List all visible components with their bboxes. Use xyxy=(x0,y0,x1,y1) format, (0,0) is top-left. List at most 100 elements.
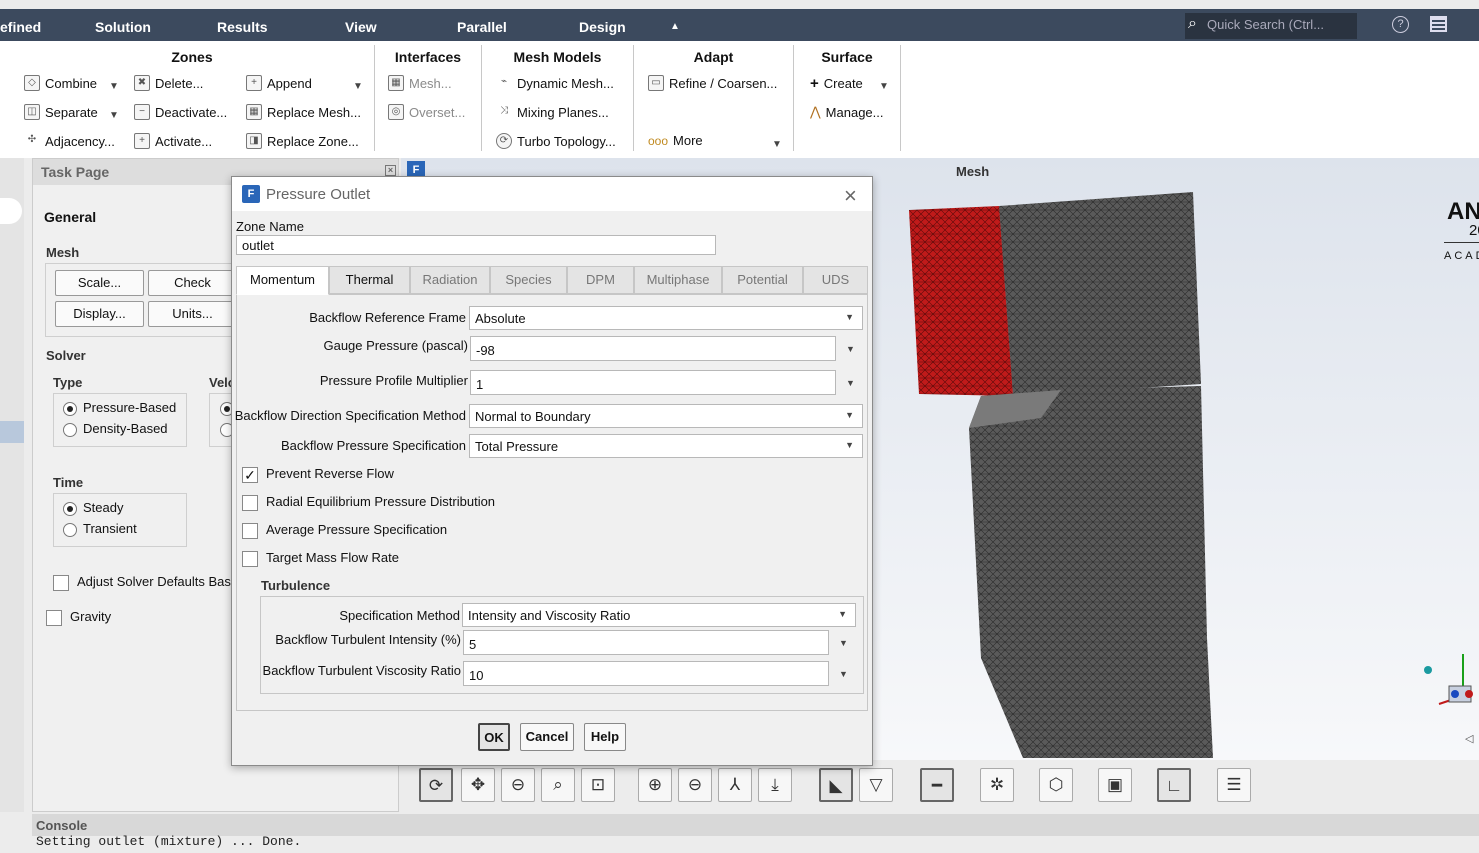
backflow-direction-select[interactable]: Normal to Boundary xyxy=(469,404,863,428)
refine-coarsen-button[interactable]: ▭ Refine / Coarsen... xyxy=(648,75,777,91)
probe-icon[interactable]: ✲ xyxy=(980,768,1014,802)
spec-method-select[interactable]: Intensity and Viscosity Ratio xyxy=(462,603,856,627)
surface-title: Surface xyxy=(821,49,873,65)
replace-zone-button[interactable]: ◨ Replace Zone... xyxy=(246,133,359,149)
pan-icon[interactable]: ✥ xyxy=(461,768,495,802)
transient-radio[interactable]: Transient xyxy=(63,521,137,537)
clipping-plane-icon[interactable]: ━ xyxy=(920,768,954,802)
cancel-button[interactable]: Cancel xyxy=(520,723,574,751)
dynamic-mesh-button[interactable]: ⌁ Dynamic Mesh... xyxy=(496,75,614,91)
tab-multiphase[interactable]: Multiphase xyxy=(634,266,722,294)
combine-button[interactable]: ◇ Combine xyxy=(24,75,97,91)
layout-icon[interactable] xyxy=(1430,16,1447,32)
zoom-out-icon[interactable]: ⊖ xyxy=(678,768,712,802)
activate-button[interactable]: + Activate... xyxy=(134,133,212,149)
close-icon[interactable]: × xyxy=(844,183,857,209)
outline-selected-item[interactable] xyxy=(0,421,24,443)
pressure-profile-dropdown-icon[interactable]: ▼ xyxy=(846,378,855,388)
save-picture-icon[interactable]: ▣ xyxy=(1098,768,1132,802)
help-icon[interactable]: ? xyxy=(1392,16,1409,33)
help-button[interactable]: Help xyxy=(584,723,626,751)
tab-potential[interactable]: Potential xyxy=(722,266,803,294)
replace-zone-icon: ◨ xyxy=(246,133,262,149)
menu-view[interactable]: View xyxy=(345,19,377,35)
quick-search-input[interactable]: ⌕ Quick Search (Ctrl... xyxy=(1185,13,1357,39)
close-icon[interactable]: × xyxy=(385,165,396,176)
display-model-icon[interactable]: ⬡ xyxy=(1039,768,1073,802)
gauge-pressure-field[interactable]: -98 xyxy=(470,336,836,361)
zoom-in-out-icon[interactable]: ⊖ xyxy=(501,768,535,802)
turbulent-intensity-field[interactable]: 5 xyxy=(463,630,829,655)
check-button[interactable]: Check xyxy=(148,270,237,296)
interface-mesh-button[interactable]: ▦ Mesh... xyxy=(388,75,452,91)
menu-results[interactable]: Results xyxy=(217,19,268,35)
menu-solution[interactable]: Solution xyxy=(95,19,151,35)
zoom-box-icon[interactable]: ⌕ xyxy=(541,768,575,802)
adjacency-button[interactable]: ✣ Adjacency... xyxy=(24,133,115,149)
tab-species[interactable]: Species xyxy=(490,266,567,294)
tab-momentum[interactable]: Momentum xyxy=(236,266,329,295)
view-direction-icon[interactable]: ⤓ xyxy=(758,768,792,802)
mixing-planes-button[interactable]: ⤨ Mixing Planes... xyxy=(496,104,609,120)
gauge-pressure-dropdown-icon[interactable]: ▼ xyxy=(846,344,855,354)
create-button[interactable]: + Create xyxy=(810,75,863,92)
more-button[interactable]: ooo More xyxy=(648,133,703,148)
units-button[interactable]: Units... xyxy=(148,301,237,327)
tab-dpm[interactable]: DPM xyxy=(567,266,634,294)
ok-button[interactable]: OK xyxy=(478,723,510,751)
tab-radiation[interactable]: Radiation xyxy=(410,266,490,294)
fit-to-window-icon[interactable]: ⊕ xyxy=(638,768,672,802)
scale-button[interactable]: Scale... xyxy=(55,270,144,296)
menu-design[interactable]: Design xyxy=(579,19,626,35)
separate-button[interactable]: ◫ Separate xyxy=(24,104,98,120)
search-placeholder: Quick Search (Ctrl... xyxy=(1207,17,1325,32)
density-based-radio[interactable]: Density-Based xyxy=(63,421,168,437)
turbulent-intensity-dropdown-icon[interactable]: ▼ xyxy=(839,638,848,648)
tab-uds[interactable]: UDS xyxy=(803,266,868,294)
mesh-display-icon[interactable]: ▽ xyxy=(859,768,893,802)
deactivate-button[interactable]: − Deactivate... xyxy=(134,104,227,120)
delete-button[interactable]: ✖ Delete... xyxy=(134,75,203,91)
average-pressure-checkbox[interactable]: Average Pressure Specification xyxy=(242,522,447,539)
append-button[interactable]: + Append xyxy=(246,75,312,91)
zone-name-field[interactable]: outlet xyxy=(236,235,716,255)
viscosity-ratio-dropdown-icon[interactable]: ▼ xyxy=(839,669,848,679)
tab-thermal[interactable]: Thermal xyxy=(329,266,410,294)
more-dropdown-icon[interactable]: ▼ xyxy=(772,139,782,150)
replace-mesh-button[interactable]: ▦ Replace Mesh... xyxy=(246,104,361,120)
append-dropdown-icon[interactable]: ▼ xyxy=(353,81,363,92)
prevent-reverse-flow-checkbox[interactable]: ✓ Prevent Reverse Flow xyxy=(242,466,394,483)
annotation-icon[interactable]: ☰ xyxy=(1217,768,1251,802)
viscosity-ratio-field[interactable]: 10 xyxy=(463,661,829,686)
pressure-based-radio[interactable]: Pressure-Based xyxy=(63,400,176,416)
target-mass-flow-checkbox[interactable]: Target Mass Flow Rate xyxy=(242,550,399,567)
pressure-profile-field[interactable]: 1 xyxy=(470,370,836,395)
rotate-icon[interactable]: ⟳ xyxy=(419,768,453,802)
isometric-view-icon[interactable]: ⅄ xyxy=(718,768,752,802)
collapse-ribbon-icon[interactable]: ▲ xyxy=(670,21,680,32)
shaded-view-icon[interactable]: ◣ xyxy=(819,768,853,802)
menu-user-defined[interactable]: efined xyxy=(0,19,41,35)
manage-button[interactable]: ⋀ Manage... xyxy=(810,104,884,120)
backflow-direction-label: Backflow Direction Specification Method xyxy=(234,408,466,423)
radial-equilibrium-checkbox[interactable]: Radial Equilibrium Pressure Distribution xyxy=(242,494,495,511)
axis-triad-icon[interactable] xyxy=(1421,648,1479,708)
separate-dropdown-icon[interactable]: ▼ xyxy=(109,110,119,121)
combine-dropdown-icon[interactable]: ▼ xyxy=(109,81,119,92)
pressure-profile-label: Pressure Profile Multiplier xyxy=(319,373,468,388)
axes-icon[interactable]: ∟ xyxy=(1157,768,1191,802)
outline-tab[interactable] xyxy=(0,198,22,224)
console-output[interactable]: Setting outlet (mixture) ... Done. xyxy=(36,834,301,849)
gravity-checkbox[interactable]: Gravity xyxy=(46,609,111,626)
prevent-reverse-flow-label: Prevent Reverse Flow xyxy=(266,466,394,481)
overset-button[interactable]: ◎ Overset... xyxy=(388,104,465,120)
menu-parallel[interactable]: Parallel xyxy=(457,19,507,35)
steady-radio[interactable]: Steady xyxy=(63,500,123,516)
turbo-topology-button[interactable]: ⟳ Turbo Topology... xyxy=(496,133,616,149)
create-dropdown-icon[interactable]: ▼ xyxy=(879,81,889,92)
backflow-pressure-select[interactable]: Total Pressure xyxy=(469,434,863,458)
adjust-solver-checkbox[interactable]: Adjust Solver Defaults Base xyxy=(53,574,238,591)
backflow-ref-frame-select[interactable]: Absolute xyxy=(469,306,863,330)
zoom-region-icon[interactable]: ⊡ xyxy=(581,768,615,802)
display-button[interactable]: Display... xyxy=(55,301,144,327)
